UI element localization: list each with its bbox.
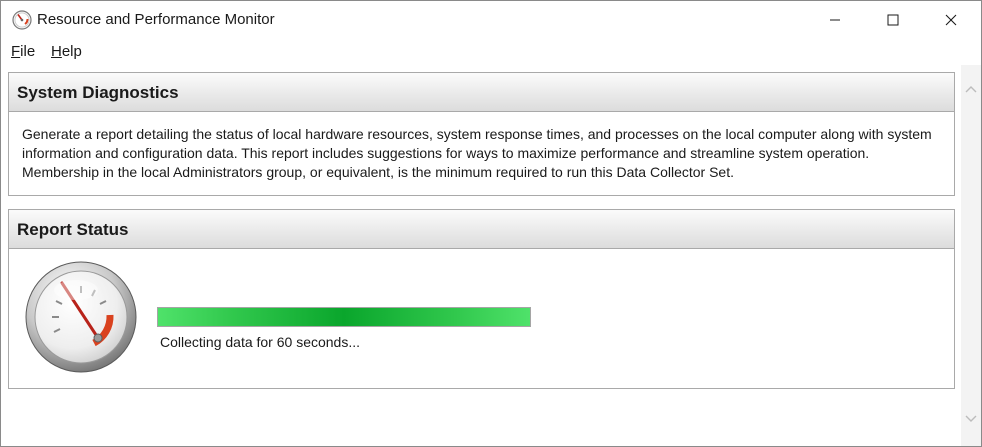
maximize-icon xyxy=(887,14,899,26)
report-progress-bar xyxy=(157,307,531,327)
scroll-up-icon[interactable] xyxy=(964,83,978,97)
system-diagnostics-header[interactable]: System Diagnostics xyxy=(9,73,954,112)
report-progress-fill xyxy=(158,308,530,326)
content-area: System Diagnostics Generate a report det… xyxy=(1,65,961,446)
menu-bar: File Help xyxy=(1,39,981,65)
performance-monitor-icon xyxy=(12,10,32,30)
minimize-icon xyxy=(830,19,840,21)
menu-file-label: ile xyxy=(20,43,36,60)
report-status-title: Report Status xyxy=(17,220,129,239)
system-diagnostics-panel: System Diagnostics Generate a report det… xyxy=(8,72,955,196)
window-title: Resource and Performance Monitor xyxy=(37,11,275,28)
system-diagnostics-title: System Diagnostics xyxy=(17,83,179,102)
report-status-panel: Report Status Collecting data for 60 sec… xyxy=(8,209,955,389)
report-status-header[interactable]: Report Status xyxy=(9,210,954,249)
menu-file-accelerator: F xyxy=(11,43,21,60)
scroll-down-icon[interactable] xyxy=(964,411,978,425)
speedometer-gauge-icon xyxy=(24,260,138,374)
close-icon xyxy=(945,14,957,26)
close-button[interactable] xyxy=(922,1,980,39)
vertical-scrollbar[interactable] xyxy=(961,65,981,446)
menu-help[interactable]: Help xyxy=(49,43,84,61)
menu-help-accelerator: H xyxy=(51,43,62,60)
system-diagnostics-description: Generate a report detailing the status o… xyxy=(22,126,932,180)
report-status-text: Collecting data for 60 seconds... xyxy=(160,334,361,350)
title-bar[interactable]: Resource and Performance Monitor xyxy=(1,1,981,39)
minimize-button[interactable] xyxy=(806,1,864,39)
maximize-button[interactable] xyxy=(864,1,922,39)
menu-file[interactable]: File xyxy=(9,43,37,61)
app-window: Resource and Performance Monitor File He… xyxy=(0,0,982,447)
menu-help-label: elp xyxy=(61,43,82,60)
